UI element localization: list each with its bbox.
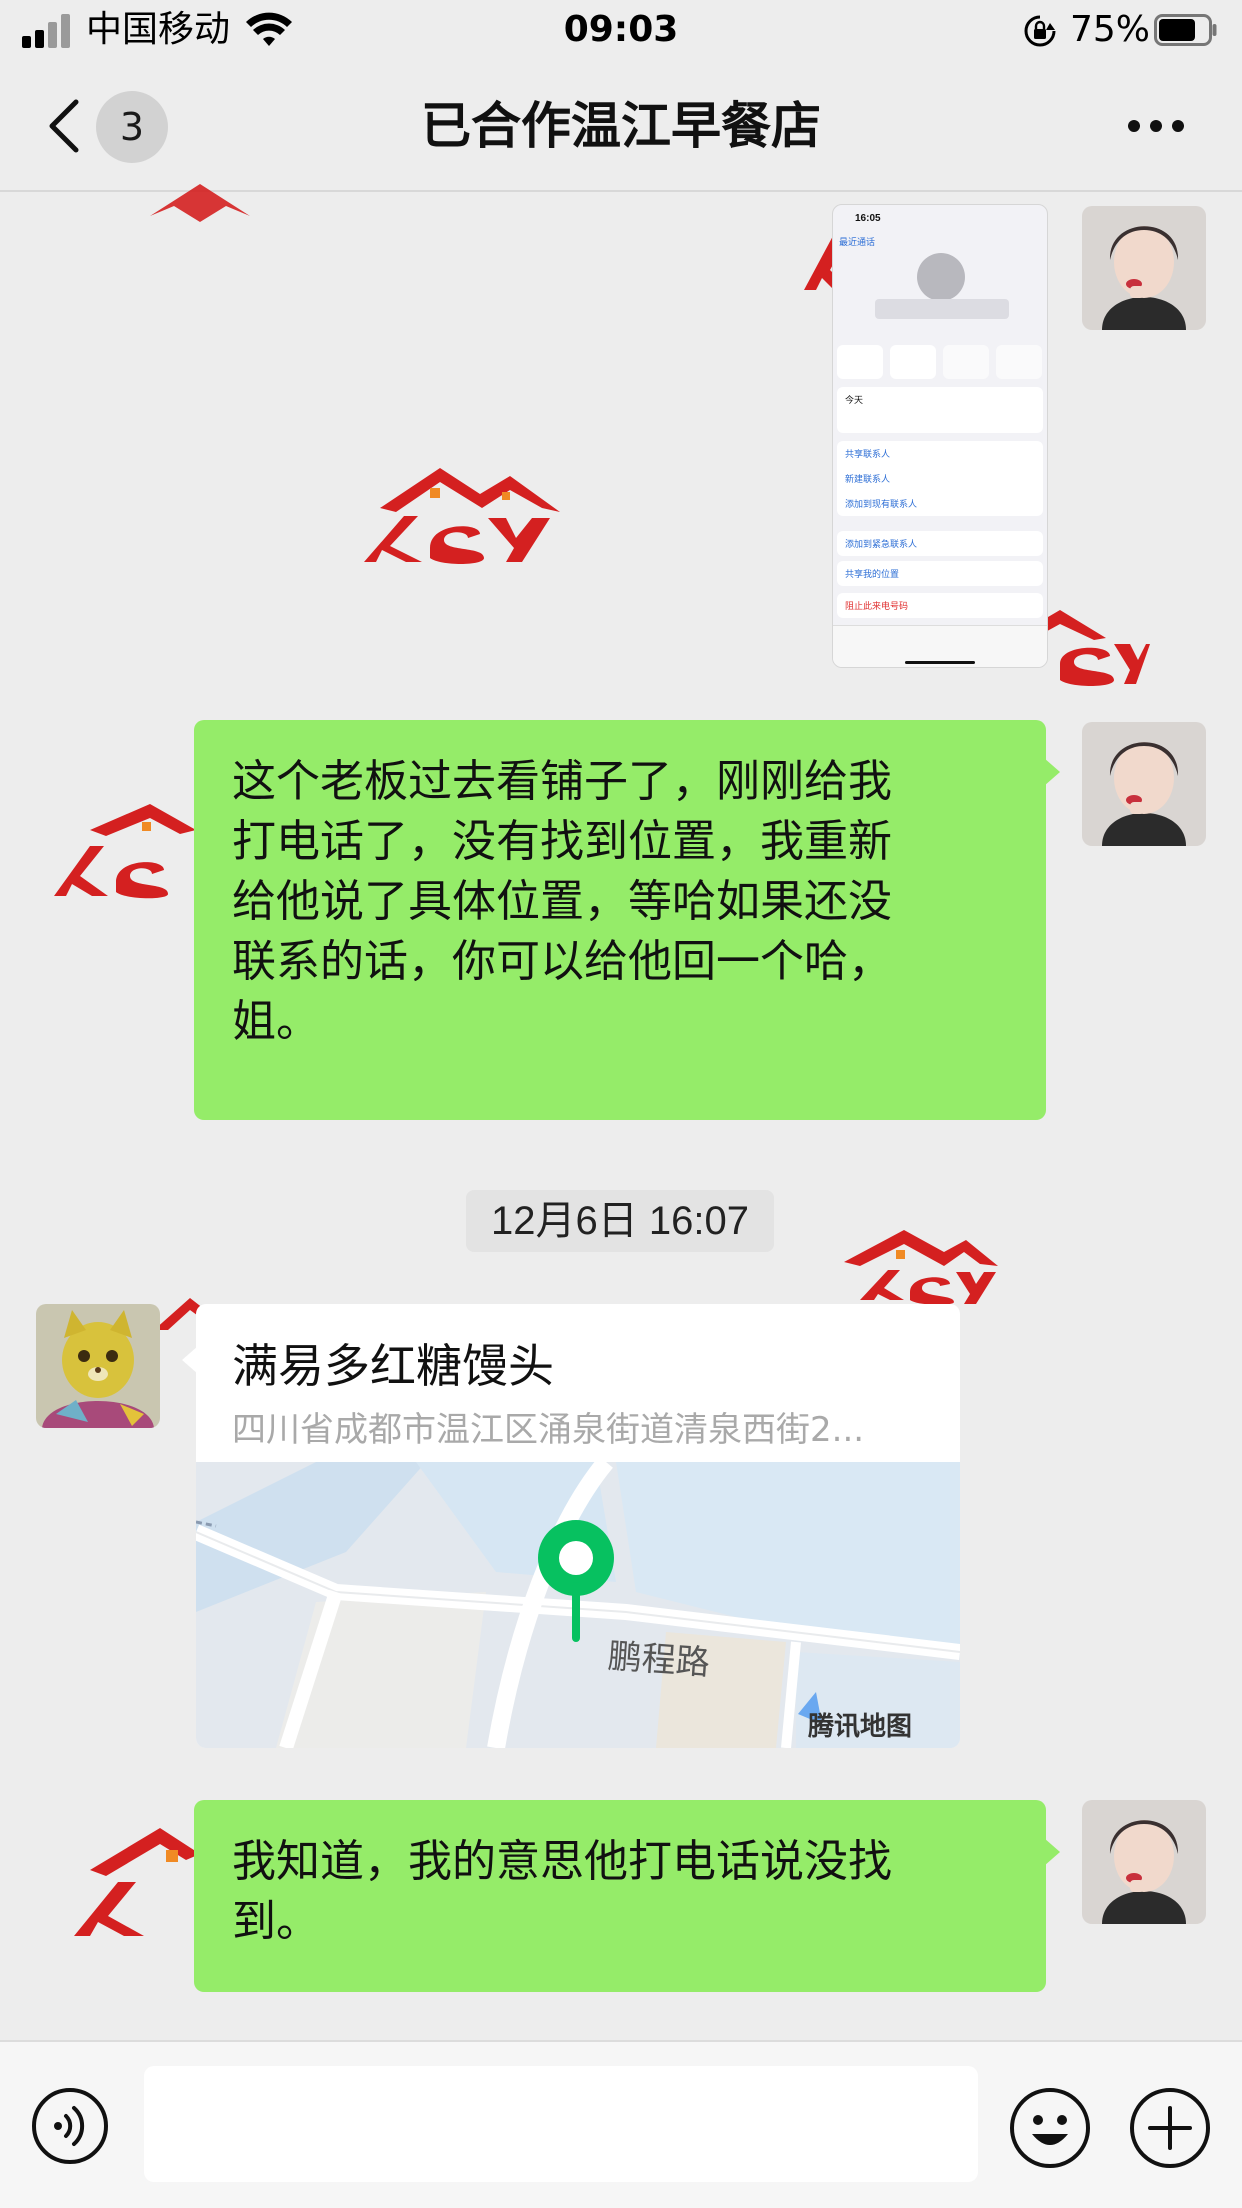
screenshot-menu-item: 新建联系人 [845,474,891,484]
text-message-bubble[interactable]: 我知道，我的意思他打电话说没找 到。 [194,1800,1060,1992]
xsy-watermark-logo [54,804,196,899]
emoji-icon[interactable] [1008,2086,1092,2170]
location-address: 四川省成都市温江区涌泉街道清泉西街2... [232,1410,865,1450]
bubble-tail [1044,758,1060,786]
self-avatar[interactable] [1082,722,1206,846]
map-brand-label: 腾讯地图 [808,1712,913,1742]
message-line: 姐。 [232,996,320,1047]
bubble-tail [1044,1838,1060,1866]
more-options-icon[interactable] [1126,112,1186,140]
screenshot-today-label: 今天 [845,395,864,405]
screenshot-home-indicator [905,661,975,664]
screenshot-time: 16:05 [855,213,881,224]
screenshot-contact-avatar [917,253,965,301]
rotation-lock-icon [1024,15,1056,47]
message-timestamp: 12月6日 16:07 [466,1190,774,1252]
screenshot-menu-card: 阻止此来电号码 [837,593,1043,618]
plus-icon[interactable] [1128,2086,1212,2170]
screenshot-menu-item: 阻止此来电号码 [845,601,909,611]
screenshot-menu-card: 共享我的位置 [837,561,1043,586]
screenshot-blurred-number [875,299,1009,319]
self-avatar[interactable] [1082,206,1206,330]
voice-input-icon[interactable] [30,2086,110,2166]
screenshot-recent-card: 今天 [837,387,1043,433]
screenshot-action-row [837,345,1043,379]
chat-header: 3 已合作温江早餐店 [0,62,1242,192]
message-line: 打电话了，没有找到位置，我重新 [232,816,892,867]
chat-title: 已合作温江早餐店 [421,97,821,155]
location-name: 满易多红糖馒头 [232,1339,554,1393]
location-map-preview[interactable]: 鹏程路 腾讯地图 [196,1462,960,1748]
battery-percent: 75% [1070,9,1151,50]
chat-screen: 中国移动 09:03 75% 3 已合作温江早餐店 16:05 最近通话 今天 … [0,0,1242,2208]
chat-input-bar [0,2040,1242,2208]
status-bar: 中国移动 09:03 75% [0,0,1242,62]
map-road-label: 鹏程路 [606,1636,712,1684]
screenshot-menu-item: 添加到紧急联系人 [845,539,918,549]
message-input[interactable] [144,2066,978,2182]
contact-avatar[interactable] [36,1304,160,1428]
screenshot-menu-item: 共享联系人 [845,449,891,459]
xsy-watermark-logo [74,1828,200,1936]
xsy-watermark-logo [844,1230,998,1305]
screenshot-menu-card: 共享联系人 新建联系人 添加到现有联系人 [837,441,1043,516]
text-message-bubble[interactable]: 这个老板过去看铺子了，刚刚给我 打电话了，没有找到位置，我重新 给他说了具体位置… [194,720,1060,1120]
message-line: 这个老板过去看铺子了，刚刚给我 [232,756,892,807]
self-avatar[interactable] [1082,1800,1206,1924]
xsy-watermark-logo [364,468,560,564]
screenshot-menu-item: 添加到现有联系人 [845,499,918,509]
message-line: 联系的话，你可以给他回一个哈， [232,936,892,987]
message-line: 给他说了具体位置，等哈如果还没 [232,876,892,927]
location-message-card[interactable]: 满易多红糖馒头 四川省成都市温江区涌泉街道清泉西街2... 鹏程路 腾讯地图 [196,1304,960,1748]
screenshot-menu-card: 添加到紧急联系人 [837,531,1043,556]
message-line: 我知道，我的意思他打电话说没找 [232,1836,892,1887]
call-screenshot-image[interactable]: 16:05 最近通话 今天 共享联系人 新建联系人 添加到现有联系人 添加到紧急… [832,204,1048,668]
message-line: 到。 [232,1896,320,1947]
screenshot-menu-item: 共享我的位置 [845,569,900,579]
battery-icon [1154,14,1217,46]
screenshot-back-link: 最近通话 [839,237,876,247]
